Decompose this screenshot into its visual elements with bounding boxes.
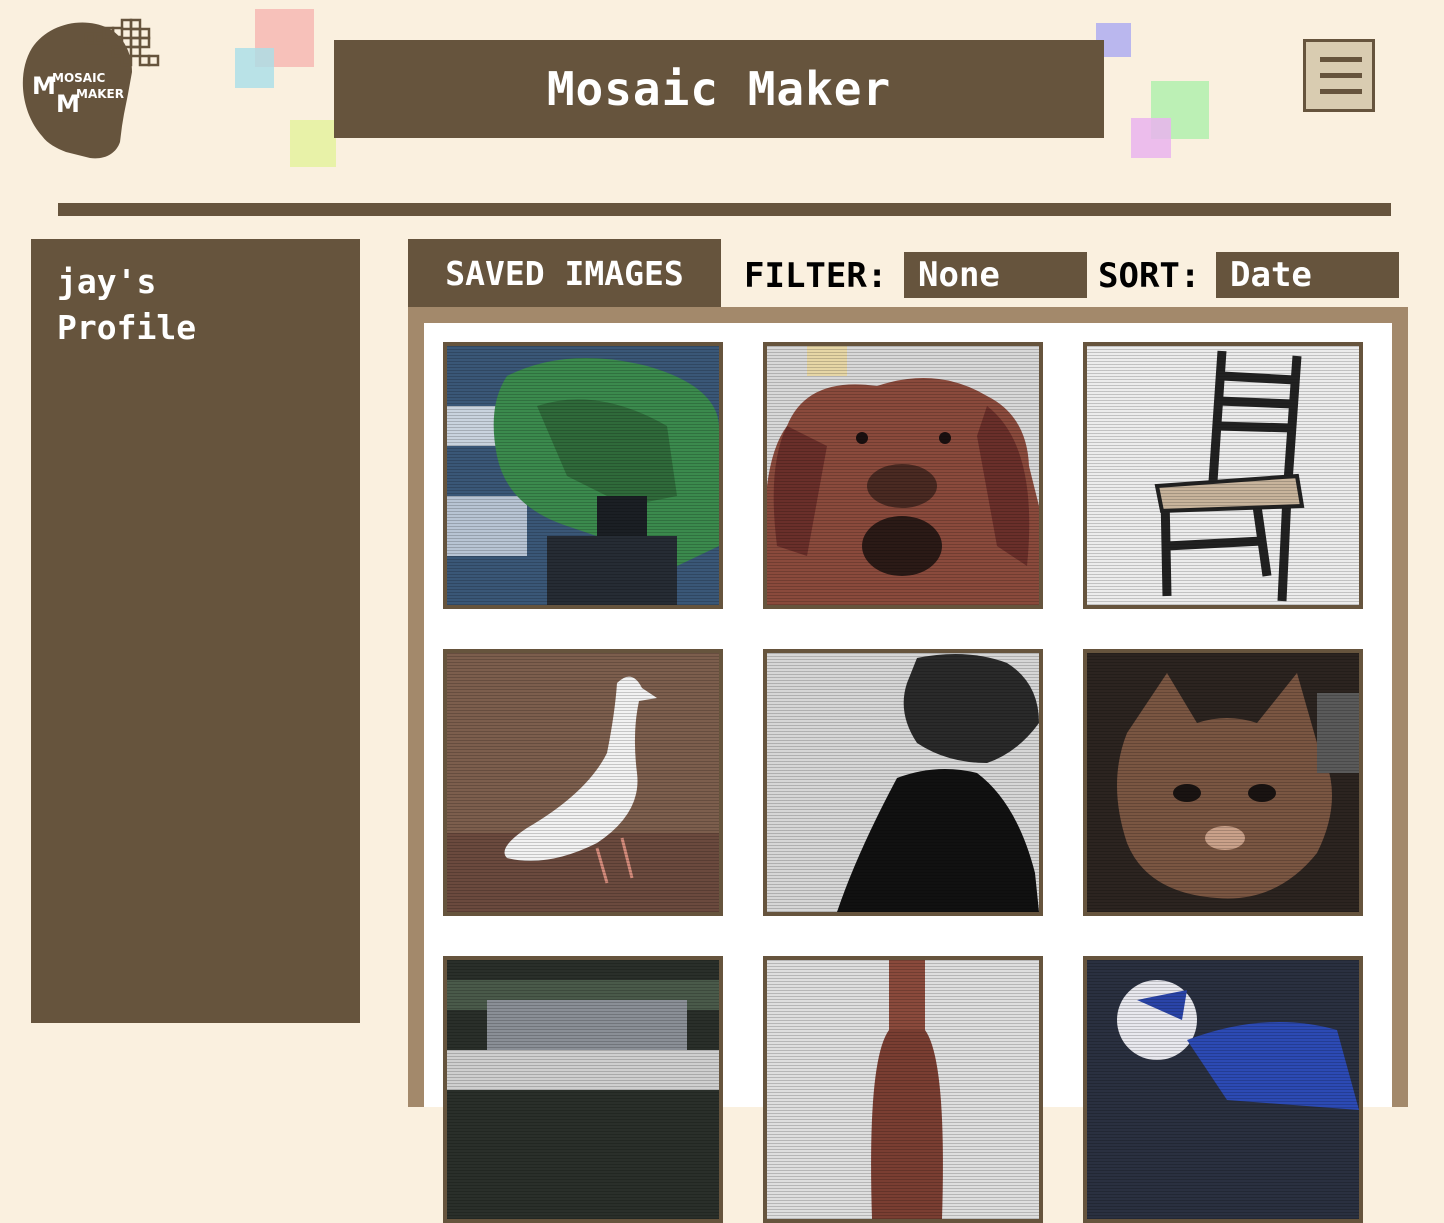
filter-select[interactable]: None [904, 252, 1087, 298]
tab-saved-images[interactable]: SAVED IMAGES [408, 239, 721, 307]
logo-text-top: MOSAIC [52, 71, 106, 85]
saved-images-gallery [408, 307, 1408, 1223]
decor-square-cyan [235, 48, 274, 88]
decor-square-lime [290, 120, 336, 167]
image-thumbnail-cat[interactable] [1083, 649, 1363, 916]
image-thumbnail-tree[interactable] [443, 342, 723, 609]
image-thumbnail-dog[interactable] [763, 342, 1043, 609]
image-thumbnail-bottle[interactable] [763, 956, 1043, 1223]
hamburger-menu-icon[interactable] [1303, 39, 1375, 112]
image-thumbnail-crowd[interactable] [443, 956, 723, 1223]
image-thumbnail-football-player[interactable] [1083, 956, 1363, 1223]
app-logo[interactable]: M MOSAIC M MAKER [20, 14, 160, 164]
profile-title: jay's Profile [57, 262, 197, 347]
sort-select[interactable]: Date [1216, 252, 1399, 298]
profile-sidebar: jay's Profile [31, 239, 360, 1023]
image-thumbnail-dark-shape[interactable] [763, 649, 1043, 916]
image-thumbnail-chair[interactable] [1083, 342, 1363, 609]
logo-text-bottom: MAKER [76, 87, 124, 101]
filter-label: FILTER: [744, 256, 888, 296]
page-title: Mosaic Maker [334, 40, 1104, 138]
image-thumbnail-duck[interactable] [443, 649, 723, 916]
decor-square-magenta [1131, 118, 1171, 158]
sort-label: SORT: [1098, 256, 1201, 296]
header-divider [58, 203, 1391, 216]
